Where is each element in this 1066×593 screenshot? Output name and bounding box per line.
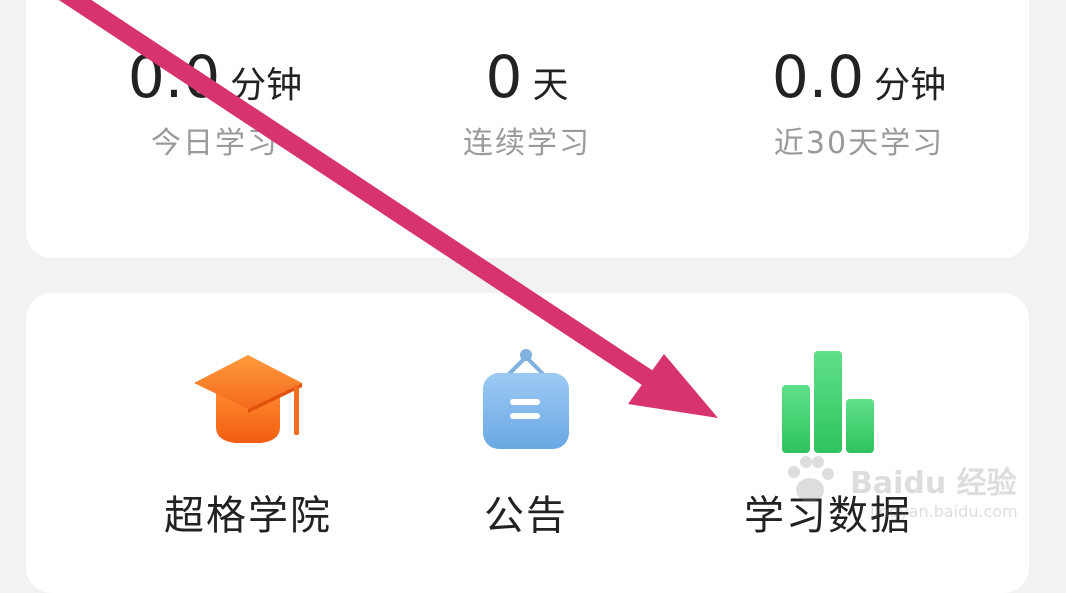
stat-unit: 天 xyxy=(532,65,569,106)
menu-item-academy[interactable]: 超格学院 xyxy=(138,343,358,541)
stat-value: 0.0 xyxy=(127,43,221,111)
stat-value: 0 xyxy=(485,43,523,111)
baidu-watermark: Baidu 经验 jingyan.baidu.com xyxy=(780,440,1040,530)
stat-label: 连续学习 xyxy=(463,126,591,161)
notice-board-icon xyxy=(466,343,586,453)
menu-item-label: 超格学院 xyxy=(164,493,332,539)
menu-item-notice[interactable]: 公告 xyxy=(416,343,636,541)
stat-unit: 分钟 xyxy=(230,65,303,106)
bar-chart-icon xyxy=(768,343,888,453)
stat-value: 0.0 xyxy=(771,43,865,111)
stat-streak-study[interactable]: 0天 连续学习 xyxy=(360,40,694,162)
study-stats-card: 0.0 分钟 今日学习 0天 连续学习 0.0 分钟 近30天学习 xyxy=(26,0,1029,258)
graduation-cap-icon xyxy=(188,343,308,453)
menu-item-label: 公告 xyxy=(484,493,568,539)
stat-label: 今日学习 xyxy=(151,126,279,161)
stat-label: 近30天学习 xyxy=(773,126,945,161)
stat-today-study[interactable]: 0.0 分钟 今日学习 xyxy=(48,40,382,162)
paw-logo-icon xyxy=(788,456,834,502)
watermark-brand: Baidu 经验 xyxy=(850,466,1017,501)
stat-30-day-study[interactable]: 0.0 分钟 近30天学习 xyxy=(692,40,1026,162)
stat-unit: 分钟 xyxy=(874,65,947,106)
watermark-url: jingyan.baidu.com xyxy=(870,502,1018,521)
